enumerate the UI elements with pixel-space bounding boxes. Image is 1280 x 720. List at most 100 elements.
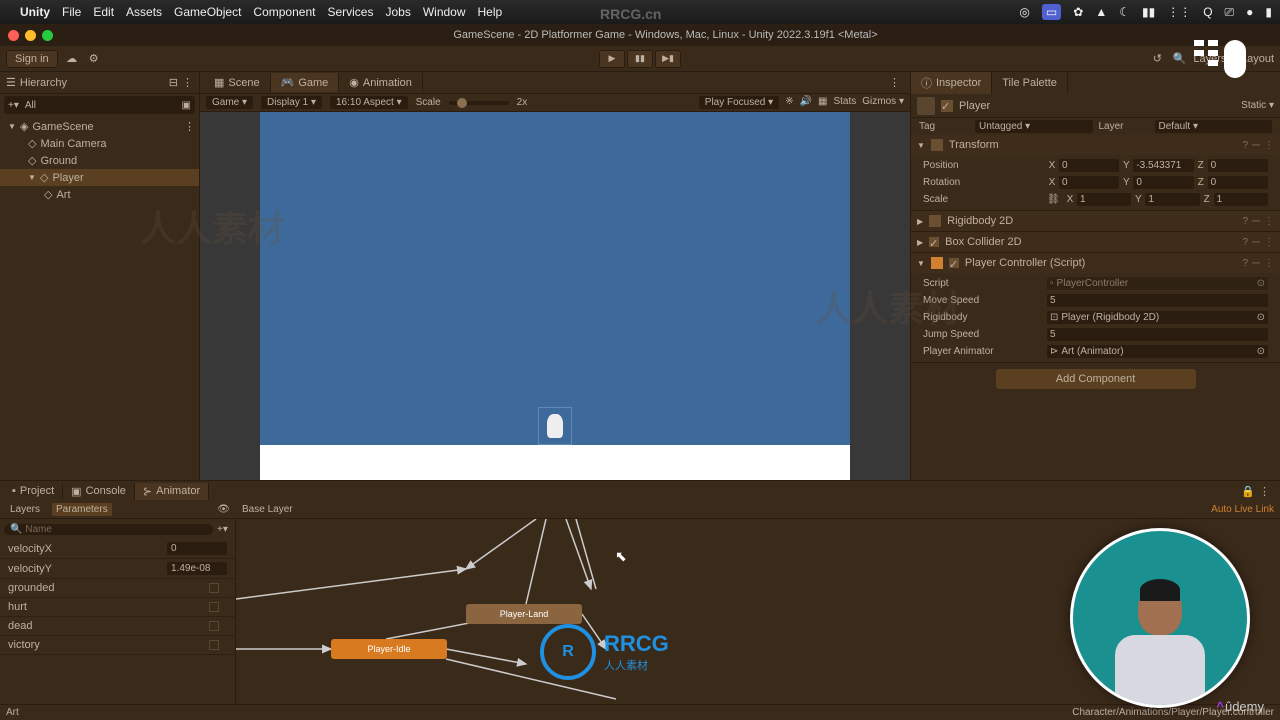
preset-icon[interactable]: ⎓ <box>1252 258 1260 269</box>
hierarchy-menu-icon[interactable]: ☰ <box>6 76 16 89</box>
plus-icon[interactable]: +▾ <box>8 100 19 111</box>
param-checkbox[interactable] <box>209 583 219 593</box>
player-animator-field[interactable]: ⊳ Art (Animator)⊙ <box>1047 345 1268 358</box>
help-icon[interactable]: ? <box>1242 237 1248 248</box>
hierarchy-lock-icon[interactable]: ⊟ <box>169 76 178 89</box>
collapse-arrow-icon[interactable]: ▶ <box>917 217 923 226</box>
tab-scene[interactable]: ▦Scene <box>204 73 271 92</box>
audio-icon[interactable]: 🔊 <box>800 96 812 109</box>
options-icon[interactable]: ⋮ <box>1259 485 1270 498</box>
undo-history-icon[interactable]: ↺ <box>1149 51 1165 67</box>
param-value-field[interactable]: 1.49e-08 <box>167 562 227 575</box>
layout-dropdown[interactable]: Layout <box>1241 53 1274 65</box>
collapse-arrow-icon[interactable]: ▼ <box>917 141 925 150</box>
base-layer-breadcrumb[interactable]: Base Layer <box>242 504 293 515</box>
object-picker-icon[interactable]: ⊙ <box>1257 278 1265 289</box>
enabled-checkbox[interactable]: ✓ <box>929 237 939 247</box>
maximize-window-button[interactable] <box>42 30 53 41</box>
scale-z-field[interactable]: 1 <box>1214 193 1268 206</box>
gear-icon[interactable]: ⚙ <box>86 51 102 67</box>
help-icon[interactable]: ? <box>1242 216 1248 227</box>
menu-icon[interactable]: ⋮ <box>1264 140 1274 151</box>
menu-edit[interactable]: Edit <box>93 5 114 19</box>
wifi-icon[interactable]: ⋮⋮ <box>1167 5 1191 19</box>
menu-icon[interactable]: ⋮ <box>1264 237 1274 248</box>
hierarchy-filter-icon[interactable]: ▣ <box>182 100 191 111</box>
tab-animator[interactable]: ⊱Animator <box>135 483 209 500</box>
auto-live-link-button[interactable]: Auto Live Link <box>1211 504 1274 515</box>
menu-gameobject[interactable]: GameObject <box>174 5 241 19</box>
menu-component[interactable]: Component <box>253 5 315 19</box>
menu-window[interactable]: Window <box>423 5 466 19</box>
play-focused-dropdown[interactable]: Play Focused ▾ <box>699 96 779 109</box>
param-velocityy[interactable]: velocityY1.49e-08 <box>0 559 235 579</box>
tab-console[interactable]: ▣Console <box>63 483 135 500</box>
hierarchy-search[interactable]: +▾ All ▣ <box>4 96 195 114</box>
object-picker-icon[interactable]: ⊙ <box>1257 312 1265 323</box>
position-z-field[interactable]: 0 <box>1208 159 1268 172</box>
menu-jobs[interactable]: Jobs <box>385 5 410 19</box>
param-victory[interactable]: victory <box>0 636 235 655</box>
position-y-field[interactable]: -3.543371 <box>1133 159 1193 172</box>
param-search-input[interactable]: 🔍 Name <box>4 524 213 535</box>
layers-dropdown[interactable]: Layers ▾ <box>1193 52 1235 65</box>
scale-x-field[interactable]: 1 <box>1077 193 1131 206</box>
hierarchy-item-player[interactable]: ▼◇Player <box>0 169 199 186</box>
gizmos-dropdown[interactable]: Gizmos ▾ <box>862 96 904 109</box>
display-dropdown[interactable]: Display 1 ▾ <box>261 96 322 109</box>
minimize-window-button[interactable] <box>25 30 36 41</box>
param-grounded[interactable]: grounded <box>0 579 235 598</box>
active-checkbox[interactable]: ✓ <box>941 100 953 112</box>
state-player-idle[interactable]: Player-Idle <box>331 639 447 659</box>
vlc-icon[interactable]: ▲ <box>1095 5 1107 19</box>
jump-speed-field[interactable]: 5 <box>1047 328 1268 341</box>
menu-icon[interactable]: ⋮ <box>1264 258 1274 269</box>
pause-button[interactable]: ▮▮ <box>627 50 653 68</box>
preset-icon[interactable]: ⎓ <box>1252 237 1260 248</box>
close-window-button[interactable] <box>8 30 19 41</box>
param-value-field[interactable]: 0 <box>167 542 227 555</box>
menu-file[interactable]: File <box>62 5 81 19</box>
play-button[interactable]: ▶ <box>599 50 625 68</box>
center-options-icon[interactable]: ⋮ <box>883 76 906 89</box>
game-mode-dropdown[interactable]: Game ▾ <box>206 96 253 109</box>
link-icon[interactable]: ⛓ <box>1047 194 1061 205</box>
rotation-z-field[interactable]: 0 <box>1208 176 1268 189</box>
add-parameter-button[interactable]: +▾ <box>217 524 231 535</box>
state-player-land[interactable]: Player-Land <box>466 604 582 624</box>
tab-tile-palette[interactable]: Tile Palette <box>992 72 1068 94</box>
tab-project[interactable]: ▪Project <box>4 483 63 499</box>
position-x-field[interactable]: 0 <box>1059 159 1119 172</box>
search-icon[interactable]: Q <box>1203 5 1212 19</box>
parameters-tab[interactable]: Parameters <box>52 503 112 516</box>
scale-y-field[interactable]: 1 <box>1145 193 1199 206</box>
menu-services[interactable]: Services <box>327 5 373 19</box>
eye-icon[interactable]: 👁 <box>217 504 230 515</box>
app-name[interactable]: Unity <box>20 5 50 19</box>
preset-icon[interactable]: ⎓ <box>1252 140 1260 151</box>
add-component-button[interactable]: Add Component <box>996 369 1196 389</box>
object-name-field[interactable]: Player <box>959 100 990 112</box>
rigidbody-ref-field[interactable]: ⊡ Player (Rigidbody 2D)⊙ <box>1047 311 1268 324</box>
collapse-arrow-icon[interactable]: ▼ <box>917 259 925 268</box>
scene-options-icon[interactable]: ⋮ <box>184 120 195 133</box>
status-icon[interactable]: ◎ <box>1019 5 1029 19</box>
param-dead[interactable]: dead <box>0 617 235 636</box>
lock-icon[interactable]: 🔒 <box>1241 485 1255 498</box>
control-center-icon[interactable]: ⎚ <box>1225 5 1235 20</box>
param-checkbox[interactable] <box>209 640 219 650</box>
menu-help[interactable]: Help <box>478 5 503 19</box>
tab-inspector[interactable]: ⓘInspector <box>911 72 992 94</box>
stats-button[interactable]: Stats <box>833 96 856 109</box>
tag-dropdown[interactable]: Untagged ▾ <box>975 120 1093 133</box>
scene-root[interactable]: ▼◈ GameScene ⋮ <box>0 118 199 135</box>
aspect-dropdown[interactable]: 16:10 Aspect ▾ <box>330 96 408 109</box>
screenshare-icon[interactable]: ▭ <box>1042 4 1061 20</box>
static-dropdown[interactable]: Static ▾ <box>1241 100 1274 111</box>
rotation-y-field[interactable]: 0 <box>1133 176 1193 189</box>
step-button[interactable]: ▶▮ <box>655 50 681 68</box>
menu-assets[interactable]: Assets <box>126 5 162 19</box>
hierarchy-item-art[interactable]: ◇Art <box>0 186 199 203</box>
hierarchy-item-ground[interactable]: ◇Ground <box>0 152 199 169</box>
notification-icon[interactable]: ▮ <box>1265 5 1272 19</box>
